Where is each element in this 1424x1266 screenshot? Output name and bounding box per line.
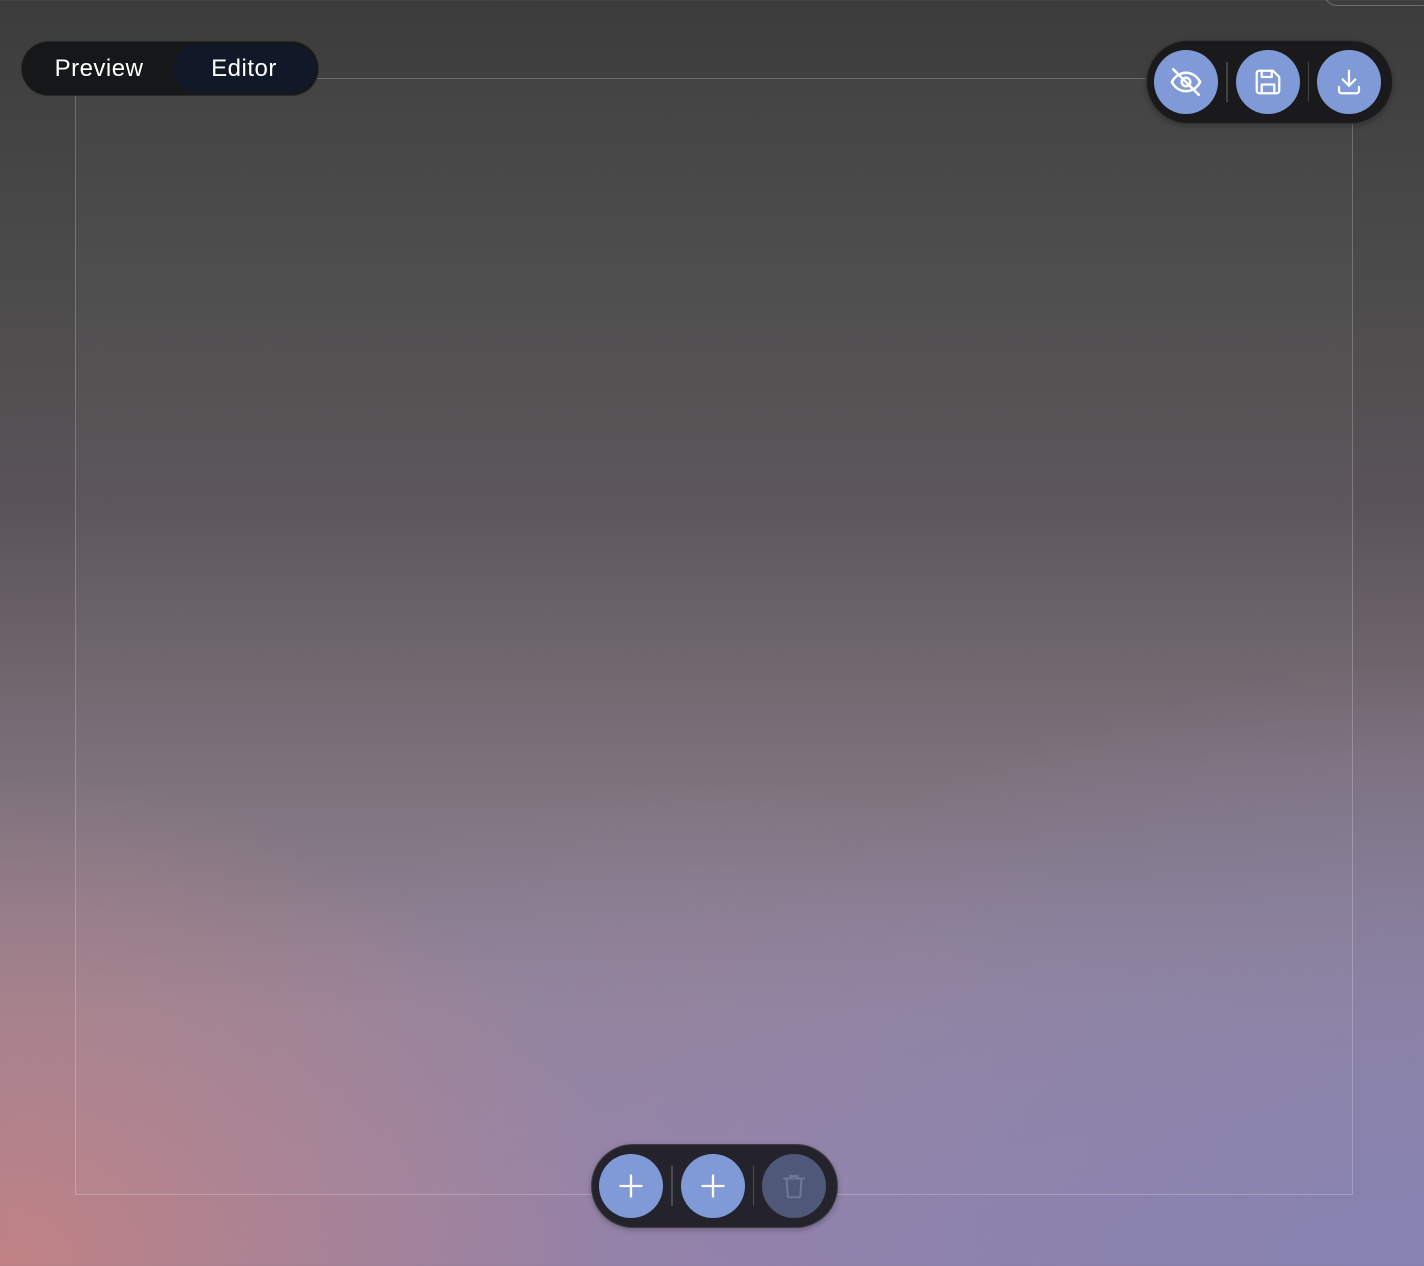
separator (752, 1166, 754, 1206)
top-edge-tab (1324, 0, 1424, 6)
delete-button[interactable] (762, 1154, 826, 1218)
toggle-visibility-button[interactable] (1154, 50, 1218, 114)
bottom-toolbar (591, 1144, 838, 1228)
separator (1307, 62, 1309, 102)
download-button[interactable] (1317, 50, 1381, 114)
mode-switch: Preview Editor (21, 41, 319, 96)
separator (1226, 62, 1228, 102)
top-toolbar (1146, 40, 1393, 124)
separator (671, 1166, 673, 1206)
add-second-button[interactable] (680, 1154, 745, 1218)
plus-icon (700, 1174, 725, 1198)
editor-canvas[interactable] (75, 78, 1353, 1195)
eye-off-icon (1170, 67, 1202, 97)
save-icon (1255, 69, 1280, 95)
plus-icon (619, 1174, 643, 1198)
trash-icon (783, 1175, 805, 1199)
add-button[interactable] (599, 1154, 663, 1218)
save-button[interactable] (1235, 50, 1300, 114)
tab-editor[interactable]: Editor (173, 44, 315, 93)
download-icon (1337, 69, 1361, 95)
tab-preview[interactable]: Preview (25, 44, 173, 93)
